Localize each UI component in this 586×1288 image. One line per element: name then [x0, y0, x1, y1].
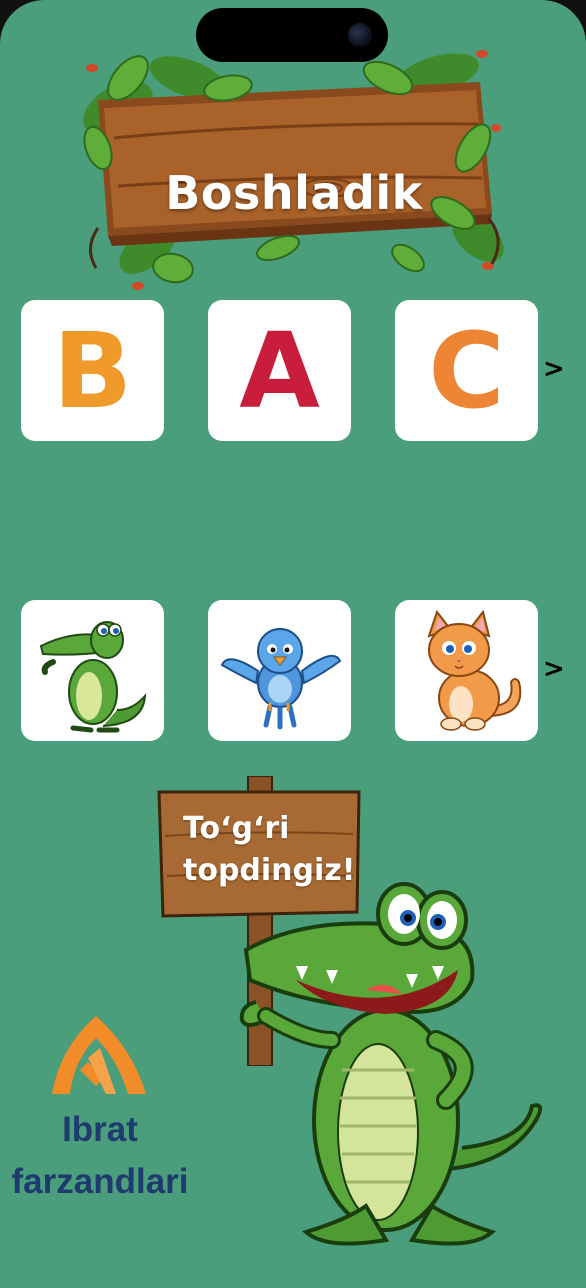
- bird-icon: [220, 627, 341, 729]
- letter-a: A: [239, 309, 320, 432]
- picture-card-bird[interactable]: [208, 600, 351, 741]
- arch-logo-icon: [52, 1016, 146, 1094]
- title-sign: Boshladik: [78, 38, 510, 300]
- brand-logo: Ibrat farzandlari: [0, 1008, 200, 1208]
- letters-next-button[interactable]: >: [543, 354, 565, 384]
- pictures-next-button[interactable]: >: [543, 654, 565, 684]
- app-screen: Boshladik B A C > > To‘g‘ri topdingiz! I…: [0, 0, 586, 1288]
- letter-b: B: [52, 309, 133, 432]
- letter-card-b[interactable]: B: [21, 300, 164, 441]
- feedback-line-1: To‘g‘ri: [183, 811, 290, 846]
- crocodile-mascot-icon: [239, 882, 543, 1246]
- brand-name-line-1: Ibrat: [62, 1110, 138, 1149]
- letter-card-c[interactable]: C: [395, 300, 538, 441]
- picture-card-cat[interactable]: [395, 600, 538, 741]
- letter-card-a[interactable]: A: [208, 300, 351, 441]
- brand-name-line-2: farzandlari: [11, 1162, 189, 1201]
- cat-icon: [426, 609, 521, 731]
- letter-c: C: [428, 309, 505, 432]
- crocodile-icon: [39, 620, 146, 732]
- picture-card-crocodile[interactable]: [21, 600, 164, 741]
- page-title: Boshladik: [165, 166, 423, 220]
